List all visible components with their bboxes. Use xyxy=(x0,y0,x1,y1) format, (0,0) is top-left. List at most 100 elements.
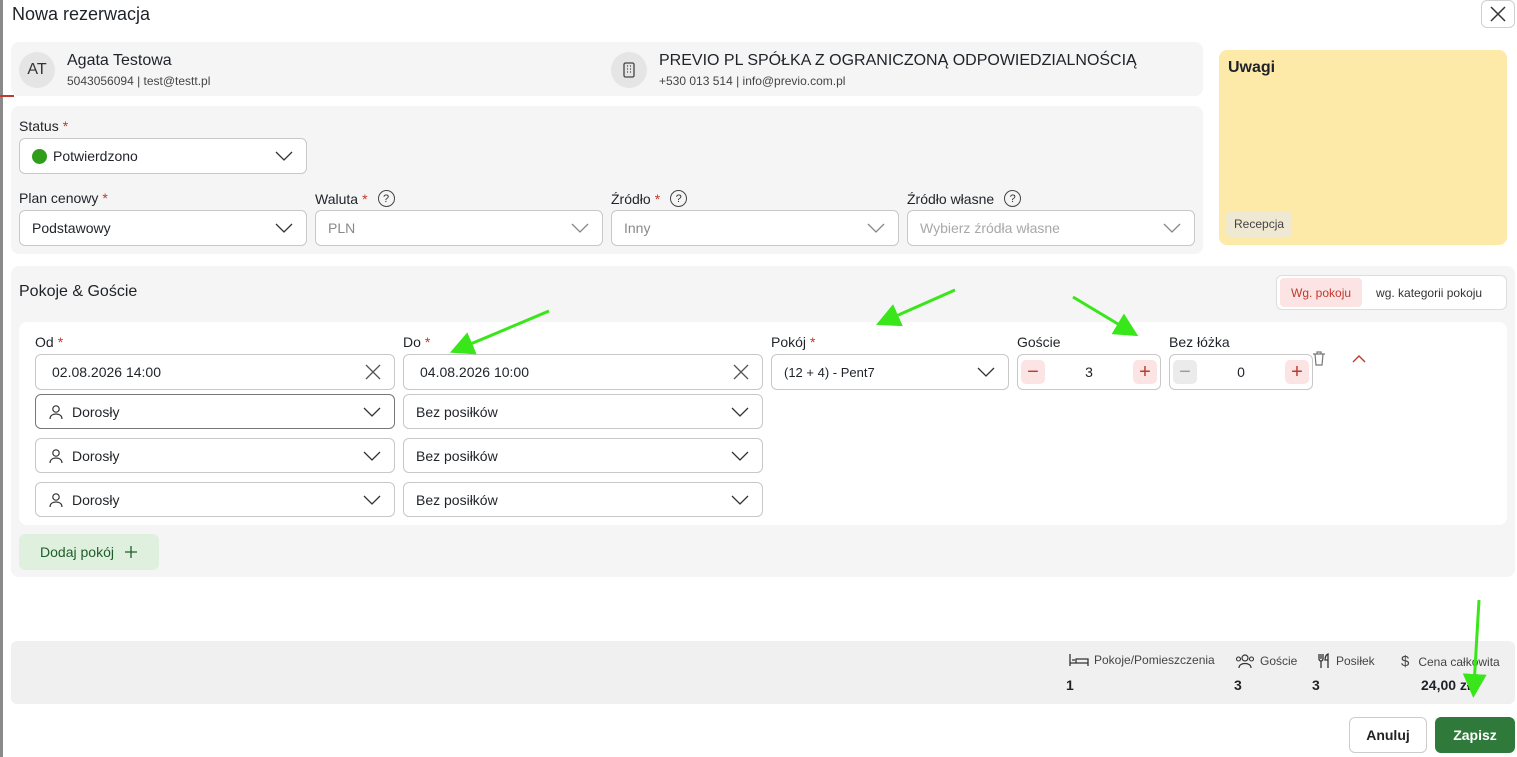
toggle-by-room[interactable]: Wg. pokoju xyxy=(1280,278,1363,307)
meal-select[interactable]: Bez posiłków xyxy=(403,438,763,473)
help-icon[interactable]: ? xyxy=(670,190,688,207)
save-button[interactable]: Zapisz xyxy=(1435,717,1515,753)
guests-count: 3 xyxy=(1085,364,1093,380)
status-select[interactable]: Potwierdzono xyxy=(19,138,307,174)
summary-price: $ Cena całkowita xyxy=(1401,653,1500,670)
source-value: Inny xyxy=(624,220,651,236)
required-mark: * xyxy=(810,334,816,350)
status-dot-icon xyxy=(32,148,47,164)
plan-label-text: Plan cenowy xyxy=(19,190,99,206)
minus-icon[interactable]: − xyxy=(1173,360,1197,384)
plus-icon xyxy=(124,546,137,558)
cutlery-icon xyxy=(1318,653,1329,668)
company-name[interactable]: PREVIO PL SPÓŁKA Z OGRANICZONĄ ODPOWIEDZ… xyxy=(659,52,1137,70)
chevron-down-icon xyxy=(731,451,749,461)
chevron-down-icon xyxy=(867,223,885,233)
meal-value: Bez posiłków xyxy=(416,447,498,464)
source-select[interactable]: Inny xyxy=(611,210,899,246)
summary-rooms-label: Pokoje/Pomieszczenia xyxy=(1094,653,1215,667)
guest-avatar[interactable]: AT xyxy=(19,52,55,88)
close-icon xyxy=(1490,6,1506,22)
chevron-up-icon[interactable] xyxy=(1351,354,1367,364)
meal-select[interactable]: Bez posiłków xyxy=(403,394,763,429)
person-icon xyxy=(49,404,63,419)
users-icon xyxy=(1235,654,1255,669)
chevron-down-icon xyxy=(731,407,749,417)
extra-bed-stepper[interactable]: − 0 + xyxy=(1169,354,1313,390)
toggle-by-category[interactable]: wg. kategorii pokoju xyxy=(1365,278,1493,307)
extra-bed-label: Bez łóżka xyxy=(1169,334,1230,350)
minus-icon[interactable]: − xyxy=(1021,360,1045,384)
required-mark: * xyxy=(362,190,368,207)
rooms-section-title: Pokoje & Goście xyxy=(19,283,138,300)
currency-select[interactable]: PLN xyxy=(315,210,603,246)
guest-type-select[interactable]: Dorosły xyxy=(35,482,395,517)
required-mark: * xyxy=(102,190,108,206)
room-value: (12 + 4) - Pent7 xyxy=(784,364,875,380)
notes-tag-reception[interactable]: Recepcja xyxy=(1226,211,1293,237)
chevron-down-icon xyxy=(275,223,293,233)
summary-rooms-value: 1 xyxy=(1066,677,1074,693)
chevron-down-icon xyxy=(363,495,381,505)
summary-meals: Posiłek xyxy=(1317,653,1375,669)
summary-meals-value: 3 xyxy=(1312,677,1320,693)
own-source-select[interactable]: Wybierz źródła własne xyxy=(907,210,1195,246)
plan-value: Podstawowy xyxy=(32,220,111,236)
close-button[interactable] xyxy=(1481,0,1515,28)
chevron-down-icon xyxy=(731,495,749,505)
summary-guests-value: 3 xyxy=(1234,677,1242,693)
to-label: Do * xyxy=(403,334,430,350)
plan-select[interactable]: Podstawowy xyxy=(19,210,307,246)
plus-icon[interactable]: + xyxy=(1285,360,1309,384)
to-date-input[interactable]: 04.08.2026 10:00 xyxy=(403,354,763,390)
bed-icon xyxy=(1069,654,1089,666)
extra-bed-count: 0 xyxy=(1237,364,1245,380)
chevron-down-icon xyxy=(363,451,381,461)
required-mark: * xyxy=(654,190,661,207)
add-room-button[interactable]: Dodaj pokój xyxy=(19,534,159,570)
guest-type-select[interactable]: Dorosły xyxy=(35,438,395,473)
guest-type-select[interactable]: Dorosły xyxy=(35,394,395,429)
summary-price-value: 24,00 zł xyxy=(1421,677,1471,693)
add-room-label: Dodaj pokój xyxy=(40,544,114,560)
chevron-down-icon xyxy=(363,407,381,417)
own-source-label-text: Źródło własne xyxy=(907,190,995,207)
clear-icon[interactable] xyxy=(364,363,382,381)
own-source-placeholder: Wybierz źródła własne xyxy=(920,220,1060,236)
company-contact: +530 013 514 | info@previo.com.pl xyxy=(659,74,846,88)
company-avatar xyxy=(611,52,647,88)
cancel-button[interactable]: Anuluj xyxy=(1349,717,1427,753)
summary-rooms: Pokoje/Pomieszczenia xyxy=(1069,653,1215,667)
notes-panel[interactable]: Uwagi Recepcja xyxy=(1219,50,1507,245)
status-value: Potwierdzono xyxy=(53,148,138,164)
required-mark: * xyxy=(57,334,64,350)
plus-icon[interactable]: + xyxy=(1133,360,1157,384)
to-label-text: Do xyxy=(403,334,421,350)
required-mark: * xyxy=(62,118,69,134)
building-icon xyxy=(623,62,635,78)
from-date-input[interactable]: 02.08.2026 14:00 xyxy=(35,354,395,390)
plan-label: Plan cenowy * xyxy=(19,190,108,206)
clear-icon[interactable] xyxy=(732,363,750,381)
guest-contact: 5043056094 | test@testt.pl xyxy=(67,74,211,88)
required-mark: * xyxy=(424,334,431,350)
room-view-toggle: Wg. pokoju wg. kategorii pokoju xyxy=(1276,275,1507,310)
summary-price-label: Cena całkowita xyxy=(1418,654,1500,669)
chevron-down-icon xyxy=(1163,223,1181,233)
summary-bar: Pokoje/Pomieszczenia 1 Goście 3 Posiłek … xyxy=(11,641,1515,704)
status-label: Status * xyxy=(19,118,68,134)
source-label-text: Źródło xyxy=(611,190,651,207)
chevron-down-icon xyxy=(977,367,995,377)
own-source-label: Źródło własne? xyxy=(907,190,1022,207)
room-select[interactable]: (12 + 4) - Pent7 xyxy=(771,354,1009,390)
edge-marker xyxy=(0,95,14,97)
summary-meals-label: Posiłek xyxy=(1336,654,1375,668)
meal-select[interactable]: Bez posiłków xyxy=(403,482,763,517)
currency-label: Waluta *? xyxy=(315,190,395,207)
from-label-text: Od xyxy=(35,334,54,350)
guest-name[interactable]: Agata Testowa xyxy=(67,52,172,70)
help-icon[interactable]: ? xyxy=(1004,190,1022,207)
help-icon[interactable]: ? xyxy=(377,190,395,207)
trash-icon[interactable] xyxy=(1312,350,1326,367)
guests-stepper[interactable]: − 3 + xyxy=(1017,354,1161,390)
